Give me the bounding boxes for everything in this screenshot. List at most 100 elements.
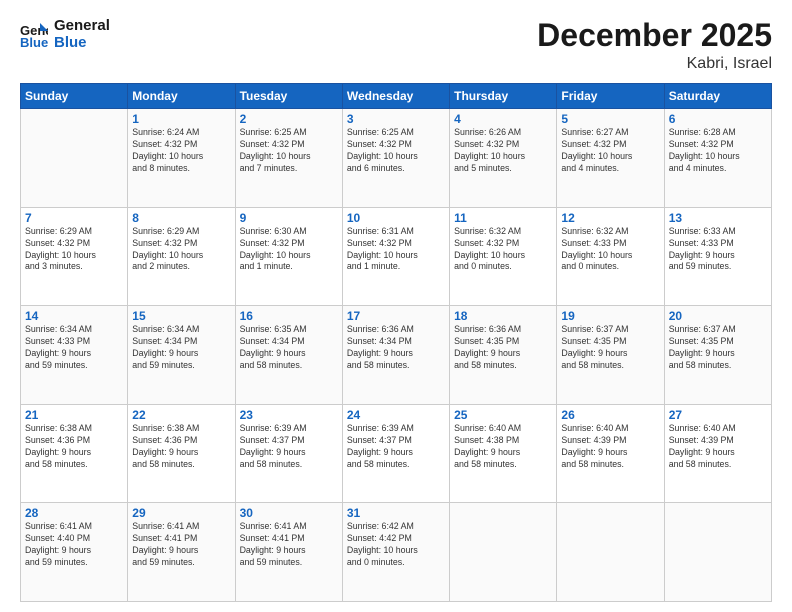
day-number: 27 [669,408,767,422]
cell-content: Sunrise: 6:27 AM Sunset: 4:32 PM Dayligh… [561,127,659,175]
cell-content: Sunrise: 6:40 AM Sunset: 4:39 PM Dayligh… [561,423,659,471]
calendar-cell: 8Sunrise: 6:29 AM Sunset: 4:32 PM Daylig… [128,207,235,306]
calendar-cell [450,503,557,602]
day-number: 19 [561,309,659,323]
calendar-cell: 31Sunrise: 6:42 AM Sunset: 4:42 PM Dayli… [342,503,449,602]
calendar-cell [664,503,771,602]
day-number: 4 [454,112,552,126]
calendar-cell: 2Sunrise: 6:25 AM Sunset: 4:32 PM Daylig… [235,109,342,208]
day-header-saturday: Saturday [664,84,771,109]
day-number: 5 [561,112,659,126]
day-number: 31 [347,506,445,520]
calendar-cell: 15Sunrise: 6:34 AM Sunset: 4:34 PM Dayli… [128,306,235,405]
calendar-cell: 10Sunrise: 6:31 AM Sunset: 4:32 PM Dayli… [342,207,449,306]
calendar-cell: 29Sunrise: 6:41 AM Sunset: 4:41 PM Dayli… [128,503,235,602]
cell-content: Sunrise: 6:25 AM Sunset: 4:32 PM Dayligh… [240,127,338,175]
cell-content: Sunrise: 6:37 AM Sunset: 4:35 PM Dayligh… [669,324,767,372]
cell-content: Sunrise: 6:31 AM Sunset: 4:32 PM Dayligh… [347,226,445,274]
day-number: 20 [669,309,767,323]
calendar-cell: 24Sunrise: 6:39 AM Sunset: 4:37 PM Dayli… [342,404,449,503]
calendar-cell: 18Sunrise: 6:36 AM Sunset: 4:35 PM Dayli… [450,306,557,405]
calendar-cell: 21Sunrise: 6:38 AM Sunset: 4:36 PM Dayli… [21,404,128,503]
cell-content: Sunrise: 6:25 AM Sunset: 4:32 PM Dayligh… [347,127,445,175]
day-header-monday: Monday [128,84,235,109]
month-title: December 2025 [537,18,772,53]
day-header-tuesday: Tuesday [235,84,342,109]
calendar-cell: 30Sunrise: 6:41 AM Sunset: 4:41 PM Dayli… [235,503,342,602]
day-number: 30 [240,506,338,520]
day-number: 11 [454,211,552,225]
day-number: 7 [25,211,123,225]
day-header-friday: Friday [557,84,664,109]
cell-content: Sunrise: 6:29 AM Sunset: 4:32 PM Dayligh… [132,226,230,274]
page: General Blue General Blue December 2025 … [0,0,792,612]
calendar-cell: 20Sunrise: 6:37 AM Sunset: 4:35 PM Dayli… [664,306,771,405]
calendar-cell: 22Sunrise: 6:38 AM Sunset: 4:36 PM Dayli… [128,404,235,503]
calendar-cell: 16Sunrise: 6:35 AM Sunset: 4:34 PM Dayli… [235,306,342,405]
cell-content: Sunrise: 6:38 AM Sunset: 4:36 PM Dayligh… [25,423,123,471]
day-number: 10 [347,211,445,225]
day-number: 24 [347,408,445,422]
calendar-cell: 12Sunrise: 6:32 AM Sunset: 4:33 PM Dayli… [557,207,664,306]
calendar-cell: 4Sunrise: 6:26 AM Sunset: 4:32 PM Daylig… [450,109,557,208]
logo-icon: General Blue [20,21,48,49]
cell-content: Sunrise: 6:29 AM Sunset: 4:32 PM Dayligh… [25,226,123,274]
day-number: 26 [561,408,659,422]
calendar-header-row: SundayMondayTuesdayWednesdayThursdayFrid… [21,84,772,109]
cell-content: Sunrise: 6:39 AM Sunset: 4:37 PM Dayligh… [240,423,338,471]
calendar-cell: 17Sunrise: 6:36 AM Sunset: 4:34 PM Dayli… [342,306,449,405]
cell-content: Sunrise: 6:39 AM Sunset: 4:37 PM Dayligh… [347,423,445,471]
calendar-cell [21,109,128,208]
day-number: 15 [132,309,230,323]
header: General Blue General Blue December 2025 … [20,18,772,73]
day-number: 16 [240,309,338,323]
cell-content: Sunrise: 6:41 AM Sunset: 4:41 PM Dayligh… [240,521,338,569]
svg-text:Blue: Blue [20,35,48,49]
day-number: 9 [240,211,338,225]
calendar-cell: 6Sunrise: 6:28 AM Sunset: 4:32 PM Daylig… [664,109,771,208]
day-number: 13 [669,211,767,225]
logo-blue: Blue [54,35,110,52]
day-number: 23 [240,408,338,422]
cell-content: Sunrise: 6:26 AM Sunset: 4:32 PM Dayligh… [454,127,552,175]
calendar-table: SundayMondayTuesdayWednesdayThursdayFrid… [20,83,772,602]
calendar-week-5: 28Sunrise: 6:41 AM Sunset: 4:40 PM Dayli… [21,503,772,602]
cell-content: Sunrise: 6:32 AM Sunset: 4:33 PM Dayligh… [561,226,659,274]
calendar-cell: 13Sunrise: 6:33 AM Sunset: 4:33 PM Dayli… [664,207,771,306]
calendar-cell: 28Sunrise: 6:41 AM Sunset: 4:40 PM Dayli… [21,503,128,602]
day-number: 6 [669,112,767,126]
day-number: 25 [454,408,552,422]
cell-content: Sunrise: 6:41 AM Sunset: 4:41 PM Dayligh… [132,521,230,569]
day-number: 1 [132,112,230,126]
day-number: 12 [561,211,659,225]
day-number: 21 [25,408,123,422]
day-number: 17 [347,309,445,323]
cell-content: Sunrise: 6:28 AM Sunset: 4:32 PM Dayligh… [669,127,767,175]
cell-content: Sunrise: 6:24 AM Sunset: 4:32 PM Dayligh… [132,127,230,175]
cell-content: Sunrise: 6:33 AM Sunset: 4:33 PM Dayligh… [669,226,767,274]
cell-content: Sunrise: 6:42 AM Sunset: 4:42 PM Dayligh… [347,521,445,569]
calendar-cell: 25Sunrise: 6:40 AM Sunset: 4:38 PM Dayli… [450,404,557,503]
cell-content: Sunrise: 6:36 AM Sunset: 4:35 PM Dayligh… [454,324,552,372]
cell-content: Sunrise: 6:41 AM Sunset: 4:40 PM Dayligh… [25,521,123,569]
day-number: 28 [25,506,123,520]
cell-content: Sunrise: 6:40 AM Sunset: 4:38 PM Dayligh… [454,423,552,471]
cell-content: Sunrise: 6:30 AM Sunset: 4:32 PM Dayligh… [240,226,338,274]
cell-content: Sunrise: 6:32 AM Sunset: 4:32 PM Dayligh… [454,226,552,274]
cell-content: Sunrise: 6:37 AM Sunset: 4:35 PM Dayligh… [561,324,659,372]
calendar-cell: 14Sunrise: 6:34 AM Sunset: 4:33 PM Dayli… [21,306,128,405]
calendar-cell: 7Sunrise: 6:29 AM Sunset: 4:32 PM Daylig… [21,207,128,306]
logo-general: General [54,18,110,35]
day-number: 22 [132,408,230,422]
day-number: 18 [454,309,552,323]
calendar-cell: 3Sunrise: 6:25 AM Sunset: 4:32 PM Daylig… [342,109,449,208]
day-number: 14 [25,309,123,323]
cell-content: Sunrise: 6:38 AM Sunset: 4:36 PM Dayligh… [132,423,230,471]
calendar-cell: 5Sunrise: 6:27 AM Sunset: 4:32 PM Daylig… [557,109,664,208]
calendar-week-2: 7Sunrise: 6:29 AM Sunset: 4:32 PM Daylig… [21,207,772,306]
cell-content: Sunrise: 6:40 AM Sunset: 4:39 PM Dayligh… [669,423,767,471]
calendar-cell: 26Sunrise: 6:40 AM Sunset: 4:39 PM Dayli… [557,404,664,503]
location: Kabri, Israel [537,55,772,73]
cell-content: Sunrise: 6:34 AM Sunset: 4:33 PM Dayligh… [25,324,123,372]
day-number: 2 [240,112,338,126]
